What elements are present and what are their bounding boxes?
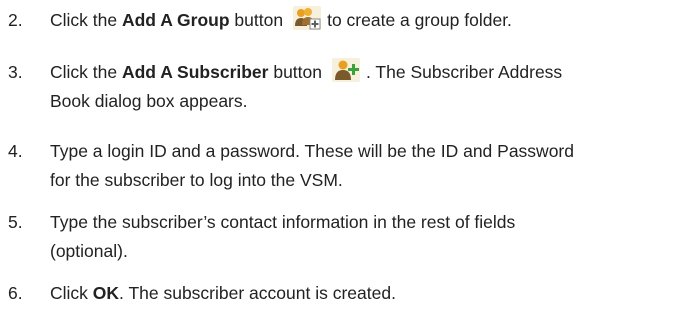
step-number: 6.: [8, 283, 23, 303]
step-text: Click the Add A Subscriber button . The …: [50, 58, 697, 116]
step-number: 5.: [8, 212, 23, 232]
button-name: Add A Subscriber: [121, 62, 269, 82]
step-text: Click the Add A Group button to create a…: [50, 6, 697, 35]
add-subscriber-icon: [332, 58, 361, 83]
step-number: 4.: [8, 141, 23, 161]
add-group-icon: [293, 6, 322, 31]
step-text: Type a login ID and a password. These wi…: [50, 141, 574, 190]
step-text: Click OK. The subscriber account is crea…: [50, 283, 396, 303]
step-text: Type the subscriber’s contact informatio…: [50, 212, 516, 261]
instruction-document: 2. Click the Add A Group button to creat…: [0, 0, 697, 312]
button-name: OK: [92, 283, 120, 303]
button-name: Add A Group: [121, 10, 230, 30]
step-number: 2.: [8, 10, 23, 30]
step-number: 3.: [8, 62, 23, 82]
